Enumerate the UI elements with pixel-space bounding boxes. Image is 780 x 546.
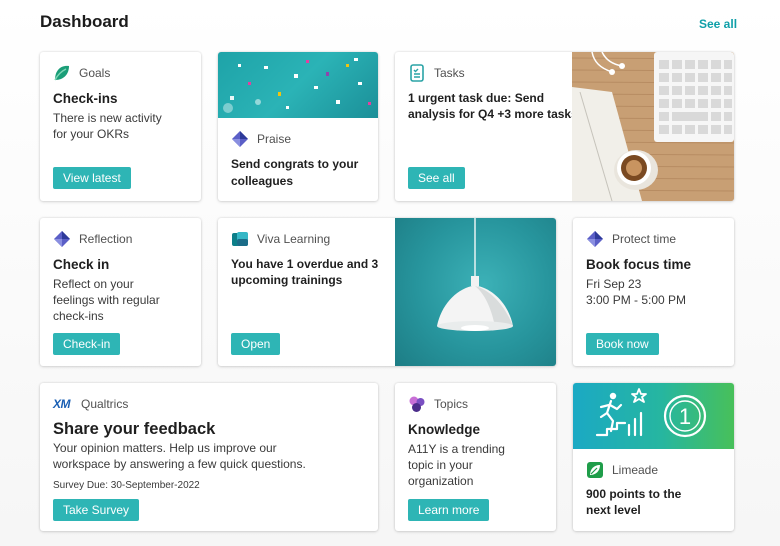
reflection-text-line3: check-ins [53, 309, 104, 323]
tasks-label: Tasks [434, 66, 465, 80]
qualtrics-logo-text: XM [53, 397, 71, 411]
see-all-link[interactable]: See all [699, 17, 737, 31]
reflection-card[interactable]: Reflection Check in Reflect on your feel… [40, 218, 201, 366]
limeade-banner: 1 [573, 383, 734, 449]
goals-card[interactable]: Goals Check-ins There is new activity fo… [40, 52, 201, 201]
limeade-card[interactable]: 1 Limeade 900 points to the next level [573, 383, 734, 531]
qualtrics-heading: Share your feedback [53, 420, 216, 438]
goals-heading: Check-ins [53, 91, 118, 106]
page-title: Dashboard [40, 12, 129, 31]
limeade-text-line1: 900 points to the [586, 487, 682, 501]
learning-text-line1: You have 1 overdue and 3 [231, 257, 379, 271]
limeade-icon [586, 461, 604, 479]
tasks-see-all-button[interactable]: See all [408, 167, 465, 189]
reflection-icon [53, 230, 71, 248]
book-now-button[interactable]: Book now [586, 333, 659, 355]
limeade-label: Limeade [612, 463, 659, 477]
goals-icon [53, 64, 71, 82]
protect-time-card[interactable]: Protect time Book focus time Fri Sep 23 … [573, 218, 734, 366]
lamp-image [395, 218, 556, 366]
topics-text-line1: A11Y is a trending [408, 442, 505, 456]
star-icon [631, 388, 647, 403]
qualtrics-text-line1: Your opinion matters. Help us improve ou… [53, 441, 277, 455]
goals-text-line1: There is new activity [53, 111, 162, 125]
tasks-text-line2: analysis for Q4 +3 more tasks [408, 107, 578, 121]
protect-date: Fri Sep 23 [586, 277, 642, 291]
tasks-card[interactable]: Tasks 1 urgent task due: Send analysis f… [395, 52, 734, 201]
reflection-heading: Check in [53, 257, 110, 272]
viva-learning-card[interactable]: Viva Learning You have 1 overdue and 3 u… [218, 218, 556, 366]
reflection-label: Reflection [79, 232, 133, 246]
goals-text-line2: for your OKRs [53, 127, 130, 141]
praise-card[interactable]: Praise Send congrats to your colleagues [218, 52, 378, 201]
qualtrics-label: Qualtrics [81, 397, 129, 411]
reflection-text-line1: Reflect on your [53, 277, 134, 291]
reflection-text-line2: feelings with regular [53, 293, 160, 307]
open-button[interactable]: Open [231, 333, 281, 355]
topics-icon [408, 395, 426, 413]
tasks-icon [408, 64, 426, 82]
protect-time-label: Protect time [612, 232, 677, 246]
praise-text-line1: Send congrats to your [231, 157, 359, 171]
protect-time-range: 3:00 PM - 5:00 PM [586, 293, 687, 307]
learn-more-button[interactable]: Learn more [408, 499, 490, 521]
topics-text-line2: topic in your [408, 458, 473, 472]
qualtrics-icon: XM [53, 395, 73, 413]
qualtrics-card[interactable]: XM Qualtrics Share your feedback Your op… [40, 383, 378, 531]
topics-label: Topics [434, 397, 469, 411]
take-survey-button[interactable]: Take Survey [53, 499, 140, 521]
praise-label: Praise [257, 132, 292, 146]
topics-card[interactable]: Topics Knowledge A11Y is a trending topi… [395, 383, 556, 531]
limeade-text-line2: next level [586, 503, 641, 517]
protect-time-icon [586, 230, 604, 248]
praise-text-line2: colleagues [231, 174, 294, 188]
viva-learning-icon [231, 230, 249, 248]
qualtrics-text-line2: workspace by answering a few quick quest… [53, 457, 306, 471]
topics-text-line3: organization [408, 474, 474, 488]
desk-image [572, 52, 734, 201]
tasks-text-line1: 1 urgent task due: Send [408, 91, 545, 105]
survey-due-date: Survey Due: 30-September-2022 [53, 480, 200, 491]
learning-text-line2: upcoming trainings [231, 273, 343, 287]
view-latest-button[interactable]: View latest [53, 167, 131, 189]
goals-label: Goals [79, 66, 111, 80]
confetti-image [218, 52, 378, 118]
level-badge-number: 1 [679, 404, 691, 429]
protect-heading: Book focus time [586, 257, 692, 272]
check-in-button[interactable]: Check-in [53, 333, 121, 355]
praise-icon [231, 130, 249, 148]
topics-heading: Knowledge [408, 422, 481, 437]
viva-learning-label: Viva Learning [257, 232, 331, 246]
